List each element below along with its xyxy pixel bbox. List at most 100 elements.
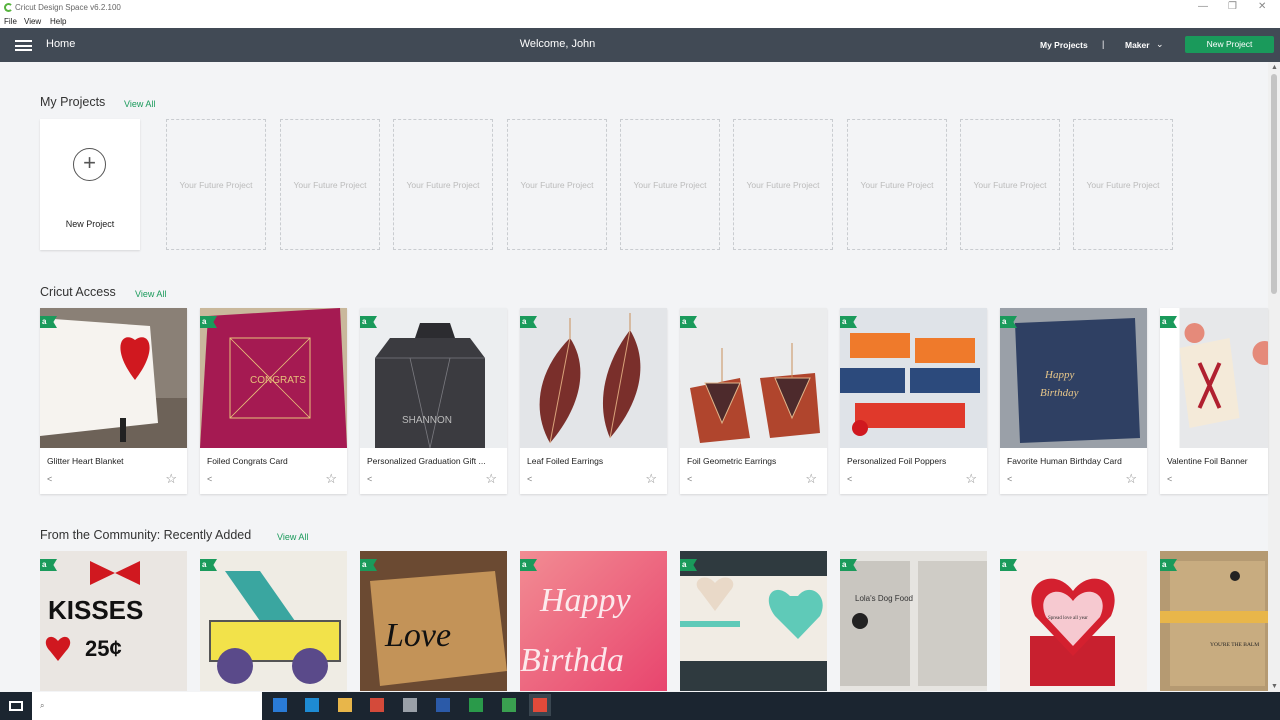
- community-card[interactable]: YOU'RE THE BALM a: [1160, 551, 1268, 691]
- project-image: [840, 308, 987, 448]
- new-project-card[interactable]: + New Project: [40, 119, 140, 250]
- project-name: Foil Geometric Earrings: [687, 456, 777, 466]
- share-icon[interactable]: <: [367, 474, 372, 484]
- folder-icon[interactable]: [338, 698, 352, 712]
- star-icon[interactable]: ☆: [645, 471, 657, 487]
- windows-start-icon[interactable]: [9, 701, 23, 711]
- window-title: Cricut Design Space v6.2.100: [15, 3, 121, 12]
- community-card[interactable]: Spread love all year a: [1000, 551, 1147, 691]
- community-image: [680, 551, 827, 691]
- share-icon[interactable]: <: [687, 474, 692, 484]
- project-card[interactable]: a Valentine Foil Banner <: [1160, 308, 1268, 494]
- community-image: Happy Birthda: [520, 551, 667, 691]
- community-card[interactable]: Love a: [360, 551, 507, 691]
- star-icon[interactable]: ☆: [1125, 471, 1137, 487]
- machine-select[interactable]: Maker: [1125, 40, 1150, 50]
- my-projects-view-all[interactable]: View All: [124, 99, 155, 109]
- future-project-placeholder: Your Future Project: [393, 119, 493, 250]
- scroll-up-icon[interactable]: ▲: [1271, 64, 1278, 71]
- future-project-placeholder: Your Future Project: [166, 119, 266, 250]
- system-tray[interactable]: [1128, 698, 1268, 714]
- project-name: Personalized Foil Poppers: [847, 456, 947, 466]
- project-image: SHANNON: [360, 308, 507, 448]
- project-card[interactable]: Happy Birthday a Favorite Human Birthday…: [1000, 308, 1147, 494]
- community-card[interactable]: KISSES 25¢ a: [40, 551, 187, 691]
- community-card[interactable]: a: [680, 551, 827, 691]
- community-image: Lola's Dog Food: [840, 551, 987, 691]
- chevron-down-icon[interactable]: ⌄: [1156, 39, 1164, 50]
- taskbar-app-icon[interactable]: [305, 698, 319, 712]
- project-name: Favorite Human Birthday Card: [1007, 456, 1122, 466]
- project-card[interactable]: SHANNON a Personalized Graduation Gift .…: [360, 308, 507, 494]
- taskbar-app-icon[interactable]: [403, 698, 417, 712]
- search-icon: ⌕: [40, 701, 45, 710]
- community-image: YOU'RE THE BALM: [1160, 551, 1268, 691]
- taskbar-app-icon[interactable]: [273, 698, 287, 712]
- close-icon[interactable]: ✕: [1258, 1, 1266, 12]
- project-card[interactable]: a Foil Geometric Earrings < ☆: [680, 308, 827, 494]
- taskbar-app-icon[interactable]: [469, 698, 483, 712]
- community-image: Spread love all year: [1000, 551, 1147, 691]
- plus-circle-icon: +: [73, 148, 106, 181]
- share-icon[interactable]: <: [1007, 474, 1012, 484]
- svg-text:CONGRATS: CONGRATS: [250, 375, 306, 386]
- star-icon[interactable]: ☆: [325, 471, 337, 487]
- community-card[interactable]: Lola's Dog Food a: [840, 551, 987, 691]
- share-icon[interactable]: <: [47, 474, 52, 484]
- share-icon[interactable]: <: [527, 474, 532, 484]
- taskbar-search[interactable]: ⌕: [32, 692, 262, 720]
- project-image: [680, 308, 827, 448]
- star-icon[interactable]: ☆: [485, 471, 497, 487]
- project-card[interactable]: a Personalized Foil Poppers < ☆: [840, 308, 987, 494]
- cricut-logo-icon: [4, 3, 13, 12]
- cricut-access-view-all[interactable]: View All: [135, 289, 166, 299]
- taskbar-app-icon[interactable]: [370, 698, 384, 712]
- project-image: [520, 308, 667, 448]
- menu-view[interactable]: View: [24, 17, 41, 26]
- restore-icon[interactable]: ❐: [1228, 1, 1237, 12]
- scroll-down-icon[interactable]: ▼: [1271, 683, 1278, 690]
- project-name: Glitter Heart Blanket: [47, 456, 124, 466]
- new-project-button[interactable]: New Project: [1185, 36, 1274, 53]
- scroll-thumb[interactable]: [1271, 74, 1277, 294]
- project-card[interactable]: CONGRATS a Foiled Congrats Card < ☆: [200, 308, 347, 494]
- star-icon[interactable]: ☆: [165, 471, 177, 487]
- menu-help[interactable]: Help: [50, 17, 66, 26]
- project-name: Valentine Foil Banner: [1167, 456, 1248, 466]
- valentine-text: Spread love all year: [1048, 616, 1088, 621]
- project-name: Personalized Graduation Gift ...: [367, 456, 486, 466]
- future-project-placeholder: Your Future Project: [280, 119, 380, 250]
- app-header: Home Welcome, John My Projects | Maker ⌄…: [0, 28, 1280, 62]
- project-card[interactable]: a Glitter Heart Blanket < ☆: [40, 308, 187, 494]
- share-icon[interactable]: <: [207, 474, 212, 484]
- share-icon[interactable]: <: [847, 474, 852, 484]
- vertical-scrollbar[interactable]: ▲ ▼: [1268, 62, 1280, 692]
- my-projects-link[interactable]: My Projects: [1040, 40, 1088, 50]
- project-card[interactable]: a Leaf Foiled Earrings < ☆: [520, 308, 667, 494]
- project-name: Leaf Foiled Earrings: [527, 456, 604, 466]
- project-image: CONGRATS: [200, 308, 347, 448]
- community-view-all[interactable]: View All: [277, 532, 308, 542]
- my-projects-title: My Projects: [40, 95, 106, 109]
- future-project-placeholder: Your Future Project: [1073, 119, 1173, 250]
- balm-text: YOU'RE THE BALM: [1210, 642, 1259, 648]
- community-card[interactable]: a: [200, 551, 347, 691]
- svg-text:Happy: Happy: [1044, 369, 1074, 381]
- taskbar-app-icon[interactable]: [502, 698, 516, 712]
- star-icon[interactable]: ☆: [965, 471, 977, 487]
- star-icon[interactable]: ☆: [805, 471, 817, 487]
- minimize-icon[interactable]: —: [1198, 1, 1208, 12]
- project-image: Happy Birthday: [1000, 308, 1147, 448]
- community-title: From the Community: Recently Added: [40, 528, 252, 542]
- love-text: Love: [384, 617, 451, 654]
- community-card[interactable]: Happy Birthda a: [520, 551, 667, 691]
- svg-text:Birthday: Birthday: [1040, 387, 1079, 399]
- future-project-placeholder: Your Future Project: [847, 119, 947, 250]
- cricut-taskbar-icon[interactable]: [529, 694, 551, 716]
- menu-bar: File View Help: [0, 16, 1280, 28]
- share-icon[interactable]: <: [1167, 474, 1172, 484]
- taskbar-app-icon[interactable]: [436, 698, 450, 712]
- kisses-text: KISSES: [48, 595, 143, 625]
- menu-file[interactable]: File: [4, 17, 17, 26]
- new-project-label: New Project: [65, 219, 115, 229]
